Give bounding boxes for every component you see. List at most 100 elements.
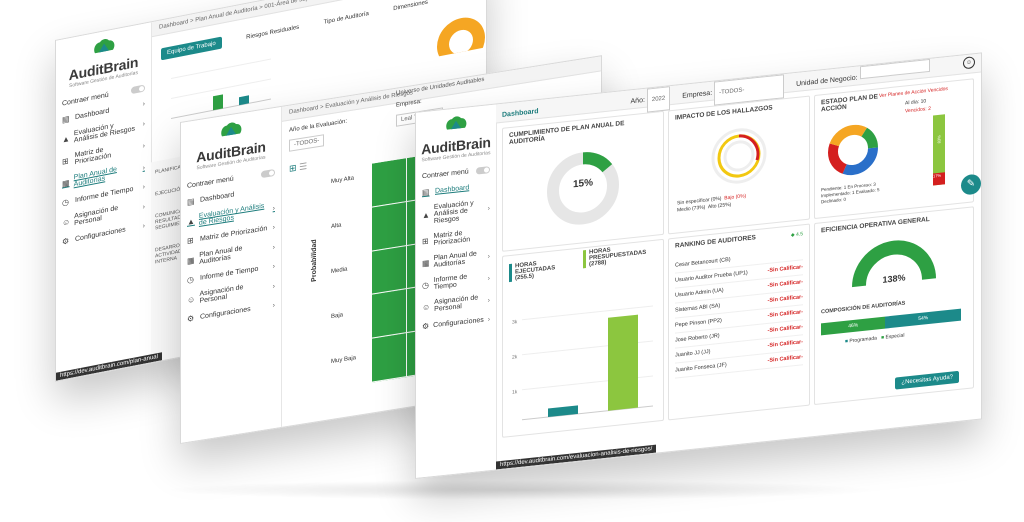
- row-label: Media: [331, 266, 348, 276]
- collapse-toggle[interactable]: [476, 166, 490, 175]
- chevron-right-icon: ›: [272, 204, 275, 212]
- view-toggle: ⊞ ☰: [289, 161, 307, 175]
- matrix-icon: ⊞: [62, 155, 69, 167]
- auditor-name: Juanito Fonseca (JF): [675, 362, 727, 374]
- plan-content: Equipo de Trabajo Riesgos Residuales Tip…: [161, 0, 485, 119]
- auditor-name: Cesar Betancourt (CB): [675, 256, 731, 269]
- card-estado-plan: ESTADO PLAN DE ACCIÓN Ver Planes de Acci…: [814, 78, 974, 220]
- chevron-right-icon: ›: [142, 222, 145, 230]
- heatmap-cell[interactable]: [371, 245, 406, 295]
- auditor-name: Sistemas ABI (SA): [675, 302, 721, 314]
- auditor-rating: -Sin Calificar-: [767, 279, 803, 289]
- composicion-legend: ■ Programada ■ Especial: [845, 332, 905, 345]
- clock-icon: ◷: [422, 280, 429, 290]
- auditor-rating: -Sin Calificar-: [767, 354, 803, 364]
- sidebar-nav: Contraer menú ▤ Dashboard ▲ Evaluación y A…: [181, 164, 281, 329]
- bar-ejecutadas: [548, 405, 578, 418]
- chevron-right-icon: ›: [142, 183, 145, 191]
- calendar-icon: ▦: [187, 255, 195, 266]
- sidebar: AuditBrain Software Gestión de Auditoría…: [56, 22, 152, 381]
- auditor-rating: -Sin Calificar-: [767, 294, 803, 304]
- auditor-rating: -Sin Calificar-: [767, 324, 803, 334]
- auditor-name: Juanito JJ (JJ): [675, 348, 711, 359]
- segment-programada: 46%: [821, 316, 886, 336]
- user-icon: ☺: [187, 294, 196, 305]
- chevron-right-icon: ›: [272, 243, 275, 251]
- vencidos-link[interactable]: Ver Planes de Acción Vencidos: [879, 86, 948, 99]
- auditor-rating: -Sin Calificar-: [767, 264, 803, 274]
- window-dashboard: AuditBrain Software Gestión de Auditoría…: [415, 52, 982, 480]
- sidebar-nav: Contraer menú ▤ Dashboard › ▲ Evaluación y …: [56, 79, 151, 251]
- mini-donut-chart: [437, 17, 485, 58]
- grid-view-icon[interactable]: ⊞: [289, 163, 297, 174]
- sidebar: AuditBrain Software Gestión de Auditoría…: [181, 106, 282, 443]
- page-title: Dashboard: [502, 108, 539, 119]
- chevron-right-icon: ›: [142, 120, 145, 128]
- chevron-right-icon: ›: [272, 262, 275, 271]
- bar-low: 17%: [933, 172, 945, 186]
- tick-label: 3k: [512, 319, 518, 326]
- legend-item: Bajo (0%): [724, 193, 747, 202]
- dimensiones-label: Dimensiones: [393, 0, 428, 13]
- tick-label: 1k: [512, 389, 518, 396]
- chevron-right-icon: ›: [272, 223, 275, 232]
- card-ranking: RANKING DE AUDITORES ◆ 4.5 Cesar Betanco…: [668, 223, 810, 421]
- chevron-right-icon: ›: [487, 316, 491, 324]
- chat-icon[interactable]: ✎: [961, 173, 981, 196]
- anio-select[interactable]: -TODOS-: [289, 134, 325, 152]
- sidebar-nav: Contraer menú ▤ Dashboard ▲ Evaluación y A…: [416, 161, 496, 335]
- auditor-rating: -Sin Calificar-: [767, 339, 803, 349]
- user-icon: ☺: [422, 301, 431, 312]
- composicion-title: COMPOSICIÓN DE AUDITORÍAS: [821, 300, 906, 316]
- card-horas: HORAS EJECUTADAS (255.5) HORAS PRESUPUES…: [502, 238, 664, 438]
- auditor-name: Usuario Admin (UA): [675, 287, 724, 299]
- chevron-right-icon: ›: [142, 142, 145, 150]
- vencidos-count: Vencidos: 2: [905, 105, 931, 115]
- anio-select[interactable]: 2022: [646, 86, 671, 113]
- estado-legend: Pendiente: 1 En Proceso: 3 Implementado:…: [821, 181, 880, 205]
- user-icon: ☺: [62, 216, 71, 228]
- unidad-label: Unidad de Negocio:: [796, 74, 858, 88]
- bar-value: 83%: [936, 135, 942, 144]
- anio-label: Año de la Evaluación:: [289, 118, 348, 134]
- chevron-right-icon: ›: [487, 274, 490, 282]
- heatmap-cell[interactable]: [371, 157, 406, 207]
- warning-icon: ▲: [62, 133, 70, 145]
- chevron-right-icon: ›: [272, 282, 275, 290]
- floor-shadow: [160, 480, 880, 500]
- dashboard-icon: ▤: [62, 114, 70, 125]
- unidad-select[interactable]: [859, 58, 930, 80]
- gear-icon: ⚙: [187, 313, 195, 324]
- legend-item: Evaluado: 5: [855, 187, 880, 195]
- gear-icon: ⚙: [422, 321, 430, 332]
- horas-ejecutadas-label: HORAS EJECUTADAS (255.5): [509, 257, 575, 283]
- collapse-toggle[interactable]: [261, 168, 275, 179]
- heatmap-cell[interactable]: [371, 201, 406, 251]
- empresa-label: Empresa:: [682, 89, 713, 100]
- help-button[interactable]: ¿Necesitas Ayuda?: [895, 370, 959, 390]
- bar-presupuestadas: [608, 314, 638, 411]
- brain-logo-icon: [221, 122, 242, 137]
- segment-especial: 54%: [885, 308, 961, 329]
- gear-icon: ⚙: [62, 236, 70, 247]
- chevron-right-icon: ›: [142, 203, 145, 211]
- axis-probabilidad: Probabilidad: [311, 238, 318, 283]
- chevron-right-icon: ›: [487, 205, 490, 213]
- collapse-toggle[interactable]: [131, 84, 145, 95]
- heatmap-cell[interactable]: [371, 289, 406, 339]
- calendar-icon: ▦: [422, 257, 430, 268]
- list-view-icon[interactable]: ☰: [299, 161, 307, 172]
- auditor-name: Jose Roberto (JR): [675, 332, 720, 344]
- row-label: Alta: [331, 222, 342, 231]
- calendar-icon: ▦: [62, 177, 70, 189]
- auditor-name: Pepe Pinson (PP2): [675, 317, 722, 329]
- card-eficiencia: EFICIENCIA OPERATIVA GENERAL 138% COMPOS…: [814, 206, 974, 406]
- card-title: ESTADO PLAN DE ACCIÓN: [821, 93, 878, 114]
- card-cumplimiento: CUMPLIMIENTO DE PLAN ANUAL DE AUDITORÍA …: [502, 110, 664, 252]
- ranking-score: ◆ 4.5: [790, 231, 803, 239]
- clock-icon: ◷: [187, 274, 194, 285]
- row-label: Muy Baja: [331, 355, 357, 366]
- heatmap-cell[interactable]: [371, 332, 406, 383]
- filters: Año de la Evaluación: -TODOS-: [289, 119, 347, 152]
- legend-item: Especial: [885, 332, 905, 341]
